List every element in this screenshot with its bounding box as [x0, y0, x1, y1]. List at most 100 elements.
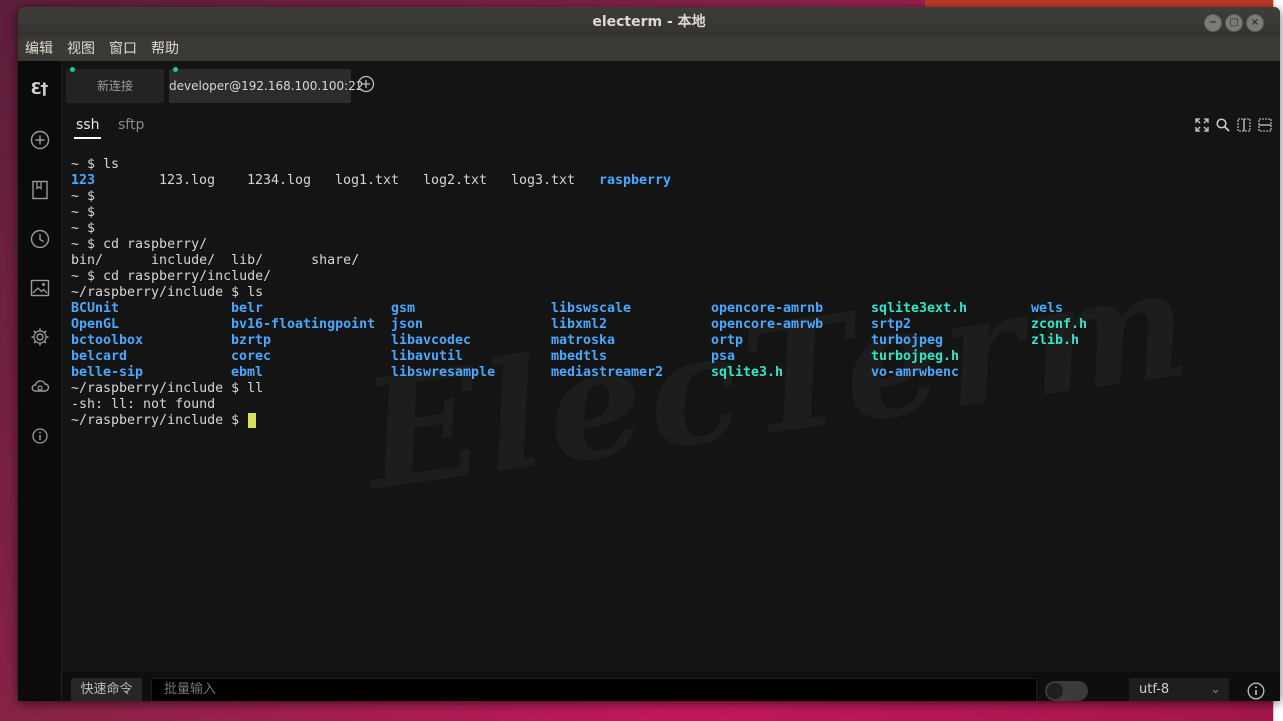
title-bar[interactable]: electerm - 本地 − □ × — [18, 7, 1280, 37]
minimize-button[interactable]: − — [1204, 14, 1222, 32]
terminal-line: bin/ include/ lib/ share/ — [71, 253, 360, 268]
bookmark-icon[interactable] — [29, 179, 50, 200]
split-horizontal-icon[interactable] — [1258, 117, 1272, 136]
directory-entry: belcard — [71, 349, 128, 364]
file-entry: 123.log — [159, 173, 216, 188]
tab-ssh-session[interactable]: developer@192.168.100.100:22 — [169, 67, 363, 103]
terminal-line: ~ $ cd raspberry/ — [71, 237, 208, 252]
tab-ssh[interactable]: ssh — [73, 117, 102, 139]
status-dot — [173, 67, 178, 72]
file-entry: log3.txt — [511, 173, 576, 188]
terminal-toolbar — [1195, 117, 1272, 136]
menu-help[interactable]: 帮助 — [144, 37, 186, 61]
file-entry: sqlite3.h — [711, 365, 784, 380]
info-icon[interactable] — [1247, 682, 1265, 700]
sidebar: ℇ† — [18, 61, 62, 701]
picture-icon[interactable] — [29, 277, 50, 298]
directory-entry: gsm — [391, 301, 416, 316]
terminal-line: ~/raspberry/include $ ls — [71, 285, 264, 300]
window-controls: − □ × — [1204, 14, 1264, 32]
window-title: electerm - 本地 — [592, 14, 706, 30]
history-icon[interactable] — [29, 228, 50, 249]
terminal-line: ~ $ ls — [71, 157, 120, 172]
directory-entry: ortp — [711, 333, 744, 348]
terminal-output[interactable]: ElecTerm ~ $ ls ~ $ ~ $ ~ $ ~ $ cd raspb… — [62, 141, 1280, 671]
directory-entry: 123 — [71, 173, 96, 188]
directory-entry: belle-sip — [71, 365, 144, 380]
directory-entry: libavutil — [391, 349, 464, 364]
toggle-knob — [1047, 683, 1063, 699]
batch-toggle[interactable] — [1045, 681, 1088, 701]
tab-new-connection[interactable]: 新连接 — [66, 67, 164, 103]
directory-entry: BCUnit — [71, 301, 120, 316]
terminal-line: ~/raspberry/include $ ll — [71, 381, 264, 396]
file-entry: zconf.h — [1031, 317, 1088, 332]
tab-label: developer@192.168.100.100:22 — [169, 79, 364, 93]
session-subtabs: ssh sftp — [62, 107, 1280, 141]
directory-entry: matroska — [551, 333, 616, 348]
terminal-line: ~ $ — [71, 205, 96, 220]
batch-input[interactable] — [151, 678, 1037, 701]
terminal-prompt-line: ~/raspberry/include $ — [71, 413, 257, 429]
maximize-button[interactable]: □ — [1225, 14, 1243, 32]
directory-entry: corec — [231, 349, 272, 364]
terminal-line: ~ $ — [71, 221, 96, 236]
split-vertical-icon[interactable] — [1237, 117, 1251, 136]
terminal-cursor — [248, 413, 257, 428]
chevron-down-icon: ⌄ — [1210, 682, 1221, 697]
directory-entry: bzrtp — [231, 333, 272, 348]
terminal-line: ~ $ cd raspberry/include/ — [71, 269, 272, 284]
directory-entry: vo-amrwbenc — [871, 365, 960, 380]
file-entry: log1.txt — [335, 173, 400, 188]
desktop-background — [925, 0, 1283, 7]
directory-entry: bv16-floatingpoint — [231, 317, 376, 332]
bottom-bar: 快速命令 utf-8 ⌄ — [62, 671, 1280, 701]
directory-entry: wels — [1031, 301, 1064, 316]
directory-entry: belr — [231, 301, 264, 316]
menu-window[interactable]: 窗口 — [102, 37, 144, 61]
directory-entry: opencore-amrwb — [711, 317, 824, 332]
directory-entry: opencore-amrnb — [711, 301, 824, 316]
directory-entry: libswresample — [391, 365, 496, 380]
tab-sftp[interactable]: sftp — [118, 117, 144, 133]
status-dot — [70, 67, 75, 72]
encoding-select[interactable]: utf-8 ⌄ — [1129, 678, 1229, 701]
directory-entry: ebml — [231, 365, 264, 380]
cloud-sync-icon[interactable] — [29, 375, 50, 396]
file-entry: sqlite3ext.h — [871, 301, 968, 316]
directory-entry: libxml2 — [551, 317, 608, 332]
electerm-window: electerm - 本地 − □ × 编辑 视图 窗口 帮助 ℇ† 新连接 d… — [18, 7, 1280, 701]
directory-entry: turbojpeg — [871, 333, 944, 348]
tab-bar: 新连接 developer@192.168.100.100:22 — [62, 61, 1280, 107]
directory-entry: srtp2 — [871, 317, 912, 332]
logo-icon[interactable]: ℇ† — [29, 78, 50, 99]
info-icon[interactable] — [29, 425, 50, 446]
directory-entry: mbedtls — [551, 349, 608, 364]
directory-entry: mediastreamer2 — [551, 365, 664, 380]
plus-circle-icon[interactable] — [29, 129, 50, 150]
terminal-line: -sh: ll: not found — [71, 397, 216, 412]
add-tab-icon[interactable] — [357, 75, 375, 93]
file-entry: log2.txt — [423, 173, 488, 188]
tab-label: 新连接 — [96, 79, 133, 93]
settings-icon[interactable] — [29, 326, 50, 347]
menu-bar: 编辑 视图 窗口 帮助 — [18, 37, 1280, 61]
quick-command-button[interactable]: 快速命令 — [71, 678, 142, 701]
file-entry: zlib.h — [1031, 333, 1080, 348]
directory-entry: psa — [711, 349, 736, 364]
close-button[interactable]: × — [1246, 14, 1264, 32]
directory-entry: bctoolbox — [71, 333, 144, 348]
menu-view[interactable]: 视图 — [60, 37, 102, 61]
fullscreen-icon[interactable] — [1195, 117, 1209, 136]
prompt-text: ~/raspberry/include $ — [71, 413, 248, 428]
directory-entry: raspberry — [599, 173, 672, 188]
file-entry: 1234.log — [247, 173, 312, 188]
directory-entry: libswscale — [551, 301, 632, 316]
search-icon[interactable] — [1216, 117, 1230, 136]
menu-edit[interactable]: 编辑 — [18, 37, 60, 61]
directory-entry: json — [391, 317, 424, 332]
file-entry: turbojpeg.h — [871, 349, 960, 364]
directory-entry: OpenGL — [71, 317, 120, 332]
terminal-line: ~ $ — [71, 189, 96, 204]
encoding-value: utf-8 — [1139, 682, 1170, 697]
